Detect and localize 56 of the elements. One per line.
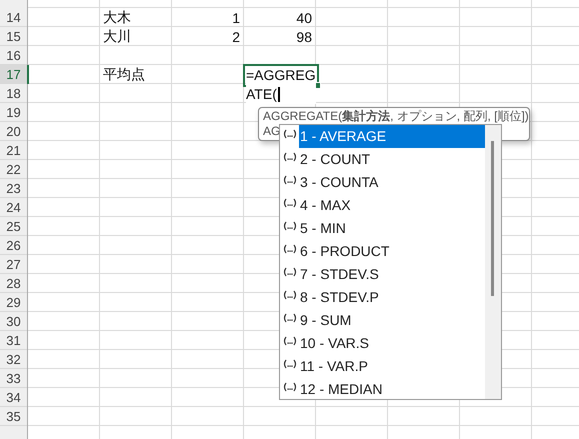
cell-text: 大木: [103, 8, 131, 26]
autocomplete-item[interactable]: 1 - AVERAGE: [299, 125, 485, 148]
row-header[interactable]: 26: [0, 236, 27, 255]
function-icon: [283, 359, 297, 370]
function-icon: [283, 129, 297, 140]
row-header[interactable]: 18: [0, 84, 27, 103]
tooltip-text: AGGREGATE(集計方法, オプション, 配列, [順位]): [263, 109, 529, 124]
cell-text: 98: [296, 28, 312, 44]
row-header[interactable]: 30: [0, 312, 27, 331]
cell-text: 平均点: [103, 66, 145, 84]
autocomplete-item[interactable]: 6 - PRODUCT: [299, 240, 485, 263]
row-header[interactable]: 17: [0, 65, 27, 84]
function-icon: [283, 267, 297, 278]
function-icon: [283, 152, 297, 163]
autocomplete-item[interactable]: 4 - MAX: [299, 194, 485, 217]
row-header[interactable]: 28: [0, 274, 27, 293]
row-header[interactable]: 34: [0, 388, 27, 407]
function-icon: [283, 175, 297, 186]
row-header[interactable]: 19: [0, 103, 27, 122]
function-icon: [283, 221, 297, 232]
row-header[interactable]: 24: [0, 198, 27, 217]
scrollbar[interactable]: [485, 125, 501, 399]
cell-editor[interactable]: =AGGREG ATE(: [246, 66, 316, 104]
row-header[interactable]: 15: [0, 27, 27, 46]
function-icon: [283, 198, 297, 209]
autocomplete-item[interactable]: 2 - COUNT: [299, 148, 485, 171]
autocomplete-item[interactable]: 12 - MEDIAN: [299, 378, 485, 401]
autocomplete-item[interactable]: 9 - SUM: [299, 309, 485, 332]
row-header[interactable]: 33: [0, 369, 27, 388]
row-header[interactable]: 21: [0, 141, 27, 160]
autocomplete-item[interactable]: 7 - STDEV.S: [299, 263, 485, 286]
row-header[interactable]: 31: [0, 331, 27, 350]
cell-text: 2: [232, 28, 240, 44]
row-header[interactable]: 23: [0, 179, 27, 198]
row-header[interactable]: 27: [0, 255, 27, 274]
autocomplete-item[interactable]: 8 - STDEV.P: [299, 286, 485, 309]
row-header[interactable]: 22: [0, 160, 27, 179]
function-icon: [283, 244, 297, 255]
autocomplete-item[interactable]: 10 - VAR.S: [299, 332, 485, 355]
row-header[interactable]: 20: [0, 122, 27, 141]
autocomplete-item[interactable]: 5 - MIN: [299, 217, 485, 240]
autocomplete-item[interactable]: 11 - VAR.P: [299, 355, 485, 378]
function-icon: [283, 313, 297, 324]
function-icon: [283, 336, 297, 347]
cell-text: 大川: [103, 28, 131, 46]
row-header[interactable]: 35: [0, 407, 27, 426]
row-header[interactable]: 29: [0, 293, 27, 312]
cell-text: 40: [296, 10, 312, 26]
tooltip-text: AG: [263, 124, 280, 139]
function-icon: [283, 290, 297, 301]
row-header[interactable]: 25: [0, 217, 27, 236]
row-header[interactable]: 14: [0, 8, 27, 27]
cell-text: 1: [232, 10, 240, 26]
row-header[interactable]: 32: [0, 350, 27, 369]
autocomplete-item[interactable]: 3 - COUNTA: [299, 171, 485, 194]
function-icon: [283, 382, 297, 393]
